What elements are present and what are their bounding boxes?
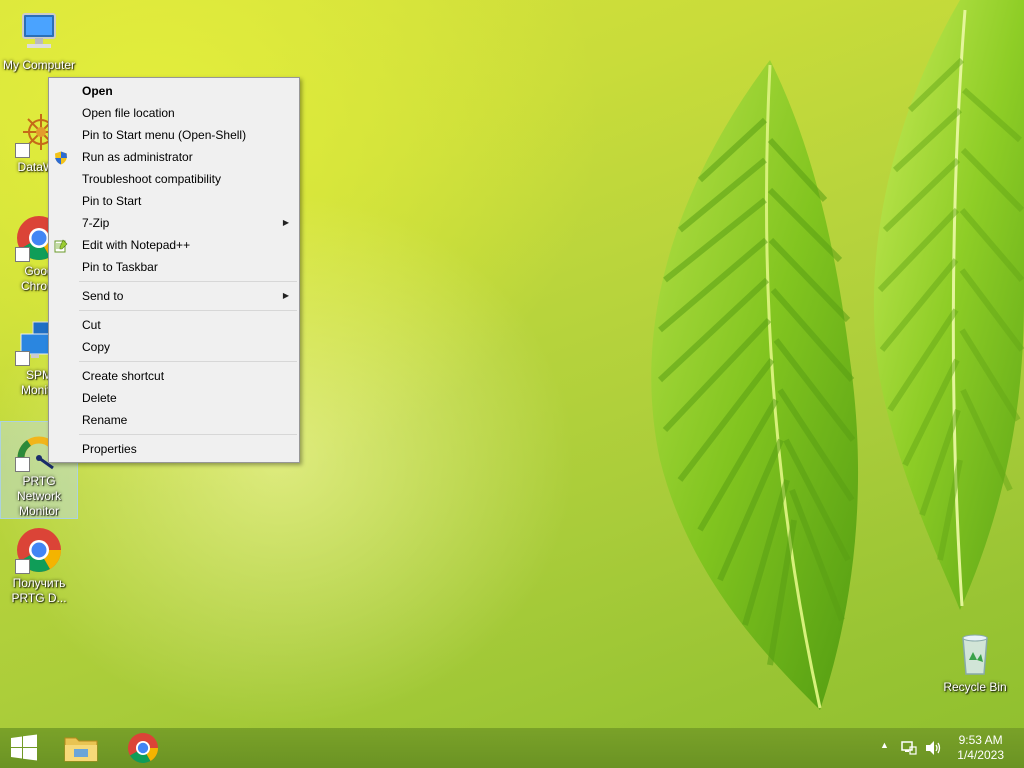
network-icon[interactable]	[900, 740, 918, 756]
menu-item-label: Copy	[82, 340, 111, 354]
menu-item-send-to[interactable]: Send to ▶	[49, 285, 299, 307]
desktop-icon-my-computer[interactable]: My Computer	[1, 8, 77, 73]
computer-icon	[15, 8, 63, 56]
taskbar: ▲ 9:53 AM 1/4/2023	[0, 728, 1024, 768]
shortcut-arrow-icon	[15, 559, 30, 574]
menu-item-rename[interactable]: Rename	[49, 409, 299, 431]
menu-item-pin-to-taskbar[interactable]: Pin to Taskbar	[49, 256, 299, 278]
menu-separator	[79, 310, 297, 311]
menu-item-label: Run as administrator	[82, 150, 193, 164]
menu-item-pin-to-start-menu-open-shell[interactable]: Pin to Start menu (Open-Shell)	[49, 124, 299, 146]
menu-item-edit-with-notepad[interactable]: Edit with Notepad++	[49, 234, 299, 256]
submenu-arrow-icon: ▶	[282, 291, 289, 300]
desktop-icon-get-prtg[interactable]: Получить PRTG D...	[1, 526, 77, 606]
folder-icon	[64, 737, 98, 762]
desktop-icon-label: My Computer	[2, 58, 76, 72]
menu-item-label: Pin to Start menu (Open-Shell)	[82, 128, 247, 142]
system-tray: ▲ 9:53 AM 1/4/2023	[864, 728, 1024, 768]
submenu-arrow-icon: ▶	[282, 218, 289, 227]
shortcut-arrow-icon	[15, 351, 30, 366]
shortcut-arrow-icon	[15, 143, 30, 158]
uac-shield-icon	[54, 150, 68, 165]
desktop[interactable]: My Computer DataWa Goog Chrom SPM Monito…	[0, 0, 1024, 768]
menu-item-label: Create shortcut	[82, 369, 165, 383]
recycle-bin-icon	[951, 630, 999, 678]
menu-separator	[79, 361, 297, 362]
show-hidden-icons-chevron-icon[interactable]: ▲	[880, 740, 889, 750]
menu-item-label: Edit with Notepad++	[82, 238, 191, 252]
desktop-icon-label: PRTG Network Monitor	[16, 474, 61, 518]
menu-item-7-zip[interactable]: 7-Zip ▶	[49, 212, 299, 234]
clock-date: 1/4/2023	[957, 748, 1004, 762]
menu-item-pin-to-start[interactable]: Pin to Start	[49, 190, 299, 212]
menu-item-label: Pin to Start	[82, 194, 142, 208]
notepadpp-icon	[54, 238, 68, 253]
menu-item-label: 7-Zip	[82, 216, 110, 230]
desktop-icon-label: Recycle Bin	[943, 680, 1007, 694]
start-button[interactable]	[0, 728, 48, 768]
menu-item-create-shortcut[interactable]: Create shortcut	[49, 365, 299, 387]
menu-item-open[interactable]: Open	[49, 80, 299, 102]
chrome-icon	[128, 733, 158, 764]
menu-item-copy[interactable]: Copy	[49, 336, 299, 358]
menu-item-label: Troubleshoot compatibility	[82, 172, 221, 186]
menu-item-label: Send to	[82, 289, 124, 303]
context-menu: Open Open file location Pin to Start menu …	[48, 77, 300, 463]
shortcut-arrow-icon	[15, 247, 30, 262]
menu-item-run-as-administrator[interactable]: Run as administrator	[49, 146, 299, 168]
taskbar-clock[interactable]: 9:53 AM 1/4/2023	[957, 733, 1004, 763]
menu-item-label: Pin to Taskbar	[82, 260, 158, 274]
menu-item-delete[interactable]: Delete	[49, 387, 299, 409]
desktop-icon-label: Получить PRTG D...	[11, 576, 67, 605]
menu-item-open-file-location[interactable]: Open file location	[49, 102, 299, 124]
shortcut-arrow-icon	[15, 457, 30, 472]
menu-item-properties[interactable]: Properties	[49, 438, 299, 460]
wallpaper-leaf-left	[620, 60, 880, 720]
menu-item-troubleshoot-compatibility[interactable]: Troubleshoot compatibility	[49, 168, 299, 190]
menu-separator	[79, 434, 297, 435]
menu-item-cut[interactable]: Cut	[49, 314, 299, 336]
chrome-icon	[15, 526, 63, 574]
desktop-icon-recycle-bin[interactable]: Recycle Bin	[937, 630, 1013, 695]
menu-item-label: Delete	[82, 391, 117, 405]
menu-item-label: Cut	[82, 318, 101, 332]
wallpaper-leaf-right	[850, 0, 1024, 620]
volume-icon[interactable]	[924, 740, 942, 756]
windows-logo-icon	[11, 734, 37, 761]
clock-time: 9:53 AM	[958, 733, 1003, 747]
taskbar-file-explorer-button[interactable]	[56, 728, 106, 768]
menu-item-label: Rename	[82, 413, 128, 427]
taskbar-chrome-button[interactable]	[118, 728, 168, 768]
menu-item-label: Properties	[82, 442, 137, 456]
menu-item-label: Open	[82, 84, 113, 98]
menu-separator	[79, 281, 297, 282]
menu-item-label: Open file location	[82, 106, 175, 120]
